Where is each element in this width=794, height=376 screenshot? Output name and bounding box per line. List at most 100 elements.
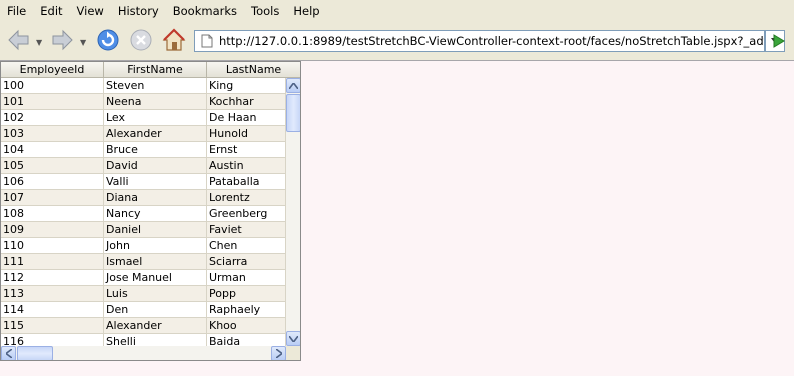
cell-firstname: Alexander bbox=[104, 318, 207, 334]
cell-firstname: Ismael bbox=[104, 254, 207, 270]
cell-employeeid: 110 bbox=[1, 238, 104, 254]
scroll-up-button[interactable] bbox=[286, 78, 300, 93]
cell-firstname: Steven bbox=[104, 78, 207, 94]
cell-firstname: Nancy bbox=[104, 206, 207, 222]
table-row[interactable]: 111 Ismael Sciarra bbox=[1, 254, 286, 270]
cell-employeeid: 108 bbox=[1, 206, 104, 222]
home-icon bbox=[162, 28, 186, 51]
cell-lastname: Lorentz bbox=[207, 190, 286, 206]
forward-button[interactable] bbox=[49, 27, 75, 56]
url-bar[interactable]: http://127.0.0.1:8989/testStretchBC-View… bbox=[194, 30, 765, 52]
menu-view[interactable]: View bbox=[70, 0, 111, 22]
cell-employeeid: 114 bbox=[1, 302, 104, 318]
horizontal-scroll-thumb[interactable] bbox=[17, 346, 53, 360]
cell-lastname: Sciarra bbox=[207, 254, 286, 270]
cell-firstname: Daniel bbox=[104, 222, 207, 238]
url-text[interactable]: http://127.0.0.1:8989/testStretchBC-View… bbox=[219, 34, 764, 48]
table-row[interactable]: 102 Lex De Haan bbox=[1, 110, 286, 126]
cell-lastname: Pataballa bbox=[207, 174, 286, 190]
menu-edit[interactable]: Edit bbox=[33, 0, 69, 22]
chevron-up-icon bbox=[289, 82, 298, 89]
cell-firstname: Diana bbox=[104, 190, 207, 206]
cell-lastname: Urman bbox=[207, 270, 286, 286]
cell-lastname: Khoo bbox=[207, 318, 286, 334]
menu-bookmarks[interactable]: Bookmarks bbox=[166, 0, 244, 22]
employee-table: EmployeeId FirstName LastName 100 Steven K… bbox=[0, 61, 301, 361]
cell-employeeid: 101 bbox=[1, 94, 104, 110]
back-arrow-icon bbox=[8, 29, 29, 51]
chevron-left-icon bbox=[5, 349, 12, 358]
table-row[interactable]: 103 Alexander Hunold bbox=[1, 126, 286, 142]
table-row[interactable]: 109 Daniel Faviet bbox=[1, 222, 286, 238]
cell-firstname: Neena bbox=[104, 94, 207, 110]
forward-dropdown-icon[interactable]: ▼ bbox=[80, 38, 86, 47]
cell-employeeid: 105 bbox=[1, 158, 104, 174]
cell-firstname: Bruce bbox=[104, 142, 207, 158]
vertical-scroll-thumb[interactable] bbox=[286, 94, 300, 132]
chevron-right-icon bbox=[275, 349, 282, 358]
table-body: 100 Steven King 101 Neena Kochhar 102 Lex De Haa… bbox=[1, 78, 286, 346]
cell-employeeid: 116 bbox=[1, 334, 104, 346]
cell-employeeid: 111 bbox=[1, 254, 104, 270]
scroll-right-button[interactable] bbox=[271, 346, 286, 360]
cell-lastname: Raphaely bbox=[207, 302, 286, 318]
table-row[interactable]: 115 Alexander Khoo bbox=[1, 318, 286, 334]
stop-button[interactable] bbox=[128, 27, 154, 56]
table-row[interactable]: 104 Bruce Ernst bbox=[1, 142, 286, 158]
scrollbar-corner bbox=[286, 346, 300, 360]
cell-employeeid: 107 bbox=[1, 190, 104, 206]
cell-firstname: David bbox=[104, 158, 207, 174]
cell-firstname: Valli bbox=[104, 174, 207, 190]
column-header-lastname[interactable]: LastName bbox=[207, 62, 300, 78]
cell-lastname: Greenberg bbox=[207, 206, 286, 222]
back-dropdown-icon[interactable]: ▼ bbox=[36, 38, 42, 47]
table-row[interactable]: 105 David Austin bbox=[1, 158, 286, 174]
forward-arrow-icon bbox=[52, 29, 73, 51]
table-row[interactable]: 107 Diana Lorentz bbox=[1, 190, 286, 206]
cell-firstname: Jose Manuel bbox=[104, 270, 207, 286]
cell-employeeid: 113 bbox=[1, 286, 104, 302]
cell-employeeid: 106 bbox=[1, 174, 104, 190]
navigation-toolbar: ▼ ▼ http://127.0.0.1:8989/testStretchBC-… bbox=[0, 22, 794, 61]
cell-firstname: Alexander bbox=[104, 126, 207, 142]
column-header-employeeid[interactable]: EmployeeId bbox=[1, 62, 104, 78]
table-row[interactable]: 101 Neena Kochhar bbox=[1, 94, 286, 110]
horizontal-scrollbar[interactable] bbox=[1, 346, 286, 360]
table-row[interactable]: 100 Steven King bbox=[1, 78, 286, 94]
table-row[interactable]: 110 John Chen bbox=[1, 238, 286, 254]
scroll-down-button[interactable] bbox=[286, 331, 300, 346]
table-row[interactable]: 113 Luis Popp bbox=[1, 286, 286, 302]
cell-employeeid: 100 bbox=[1, 78, 104, 94]
home-button[interactable] bbox=[161, 27, 187, 56]
menu-tools[interactable]: Tools bbox=[244, 0, 286, 22]
go-button[interactable] bbox=[768, 31, 788, 54]
menu-history[interactable]: History bbox=[111, 0, 166, 22]
vertical-scrollbar[interactable] bbox=[286, 78, 300, 346]
cell-lastname: Hunold bbox=[207, 126, 286, 142]
page-icon bbox=[201, 34, 213, 48]
table-row[interactable]: 112 Jose Manuel Urman bbox=[1, 270, 286, 286]
menu-file[interactable]: File bbox=[0, 0, 33, 22]
cell-lastname: De Haan bbox=[207, 110, 286, 126]
cell-lastname: Faviet bbox=[207, 222, 286, 238]
scroll-left-button[interactable] bbox=[1, 346, 16, 360]
cell-firstname: Luis bbox=[104, 286, 207, 302]
cell-lastname: Popp bbox=[207, 286, 286, 302]
cell-lastname: Kochhar bbox=[207, 94, 286, 110]
reload-icon bbox=[97, 29, 119, 51]
chevron-down-icon bbox=[289, 335, 298, 342]
stop-icon bbox=[130, 29, 152, 51]
table-row[interactable]: 108 Nancy Greenberg bbox=[1, 206, 286, 222]
cell-lastname: Chen bbox=[207, 238, 286, 254]
column-header-firstname[interactable]: FirstName bbox=[104, 62, 207, 78]
cell-lastname: Austin bbox=[207, 158, 286, 174]
table-row[interactable]: 114 Den Raphaely bbox=[1, 302, 286, 318]
reload-button[interactable] bbox=[95, 27, 121, 56]
cell-firstname: John bbox=[104, 238, 207, 254]
table-row[interactable]: 116 Shelli Baida bbox=[1, 334, 286, 346]
back-button[interactable] bbox=[6, 27, 32, 56]
cell-firstname: Shelli bbox=[104, 334, 207, 346]
cell-lastname: Ernst bbox=[207, 142, 286, 158]
menu-help[interactable]: Help bbox=[286, 0, 326, 22]
table-row[interactable]: 106 Valli Pataballa bbox=[1, 174, 286, 190]
